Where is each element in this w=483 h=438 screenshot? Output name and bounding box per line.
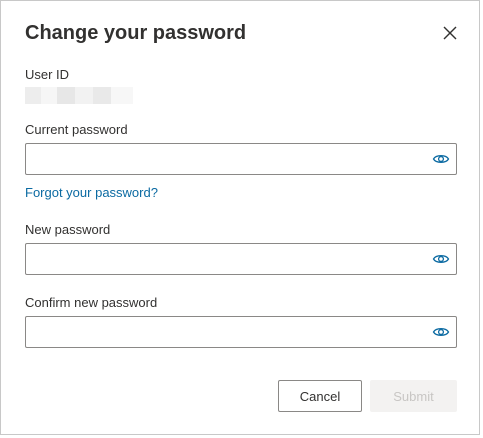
confirm-password-label: Confirm new password — [25, 295, 158, 310]
dialog-title: Change your password — [25, 22, 247, 44]
user-id-label: User ID — [25, 67, 70, 82]
user-id-value-redacted — [25, 87, 133, 104]
show-confirm-password-button[interactable] — [432, 324, 450, 340]
current-password-input[interactable] — [26, 144, 426, 174]
new-password-input[interactable] — [26, 244, 426, 274]
eye-icon — [432, 155, 450, 163]
close-button[interactable] — [438, 21, 462, 45]
current-password-label: Current password — [25, 122, 128, 137]
eye-icon — [432, 255, 450, 263]
change-password-dialog: Change your password User ID Current pas… — [0, 0, 480, 435]
eye-icon — [432, 328, 450, 336]
current-password-field-box — [25, 143, 457, 175]
confirm-password-field-box — [25, 316, 457, 348]
confirm-password-input[interactable] — [26, 317, 426, 347]
show-new-password-button[interactable] — [432, 251, 450, 267]
cancel-button[interactable]: Cancel — [278, 380, 362, 412]
new-password-field-box — [25, 243, 457, 275]
submit-button[interactable]: Submit — [370, 380, 457, 412]
new-password-label: New password — [25, 222, 111, 237]
forgot-password-link[interactable]: Forgot your password? — [25, 185, 158, 201]
close-icon — [443, 26, 457, 40]
show-current-password-button[interactable] — [432, 151, 450, 167]
